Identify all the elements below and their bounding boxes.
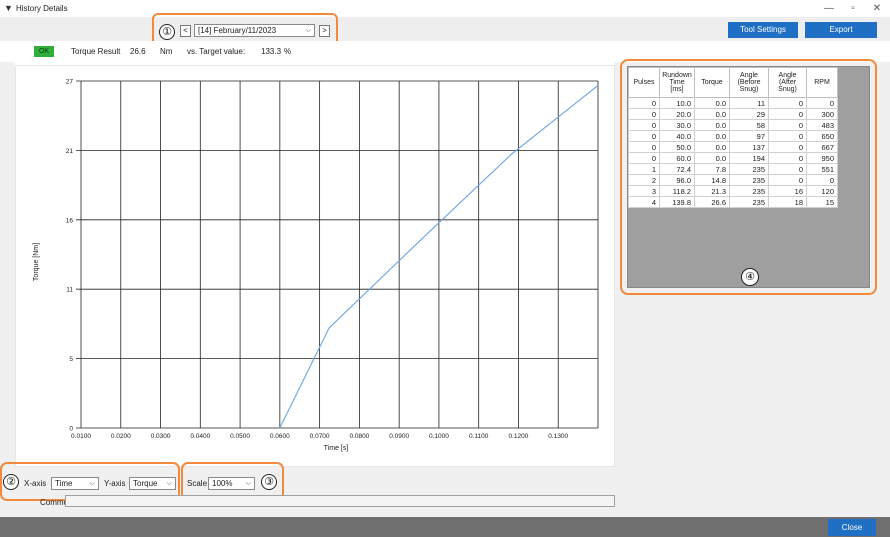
footer-bar [0,517,890,537]
export-button[interactable]: Export [805,22,877,38]
status-badge: OK [34,46,54,57]
tool-settings-button[interactable]: Tool Settings [728,22,798,38]
title-bar [0,0,890,17]
left-margin [0,62,15,467]
graph-panel: 0.0100 0.0200 0.0300 0.0400 0.0500 0.0600 0.07… [15,65,615,467]
close-button[interactable]: Close [828,519,876,536]
x-tick-label: 0.0300 [151,433,171,440]
chart-series [279,85,598,429]
y-tick-label: 27 [66,79,74,86]
chart-ticks: 0.0100 0.0200 0.0300 0.0400 0.0500 0.0600 0.07… [66,79,569,441]
target-label: vs. Target value: [187,47,246,56]
x-tick-label: 0.0800 [349,433,369,440]
x-tick-label: 0.1100 [469,433,489,440]
x-tick-label: 0.0700 [310,433,330,440]
target-unit: % [284,47,292,56]
app-icon: ▼ [4,3,13,13]
target-value: 133.3 [261,47,282,56]
x-tick-label: 0.0900 [389,433,409,440]
y-tick-label: 16 [66,217,74,224]
x-tick-label: 0.0600 [270,433,290,440]
chart-grid [76,80,599,429]
callout-frame-4 [620,59,877,295]
y-tick-label: 0 [69,426,73,433]
y-axis-label: Torque [Nm] [33,243,40,281]
x-tick-label: 0.0500 [230,433,250,440]
x-axis-label: Time [s] [324,445,349,452]
comment-input[interactable] [65,495,615,507]
x-tick-label: 0.1200 [509,433,529,440]
y-tick-label: 21 [66,148,74,155]
torque-result-value: 26.6 [130,47,146,56]
maximize-button[interactable]: ▫ [842,1,864,16]
minimize-button[interactable]: — [818,1,840,16]
x-tick-label: 0.1000 [429,433,449,440]
close-window-button[interactable]: ✕ [866,1,888,16]
x-tick-label: 0.0400 [190,433,210,440]
window-title: History Details [16,4,68,13]
x-tick-label: 0.0100 [71,433,91,440]
y-tick-label: 5 [69,356,73,363]
torque-chart: 0.0100 0.0200 0.0300 0.0400 0.0500 0.0600 0.07… [33,79,599,452]
x-tick-label: 0.1300 [548,433,568,440]
y-tick-label: 11 [66,287,73,294]
torque-series-line [279,85,598,429]
torque-result-label: Torque Result [71,47,121,56]
torque-unit: Nm [160,47,173,56]
x-tick-label: 0.0200 [111,433,131,440]
